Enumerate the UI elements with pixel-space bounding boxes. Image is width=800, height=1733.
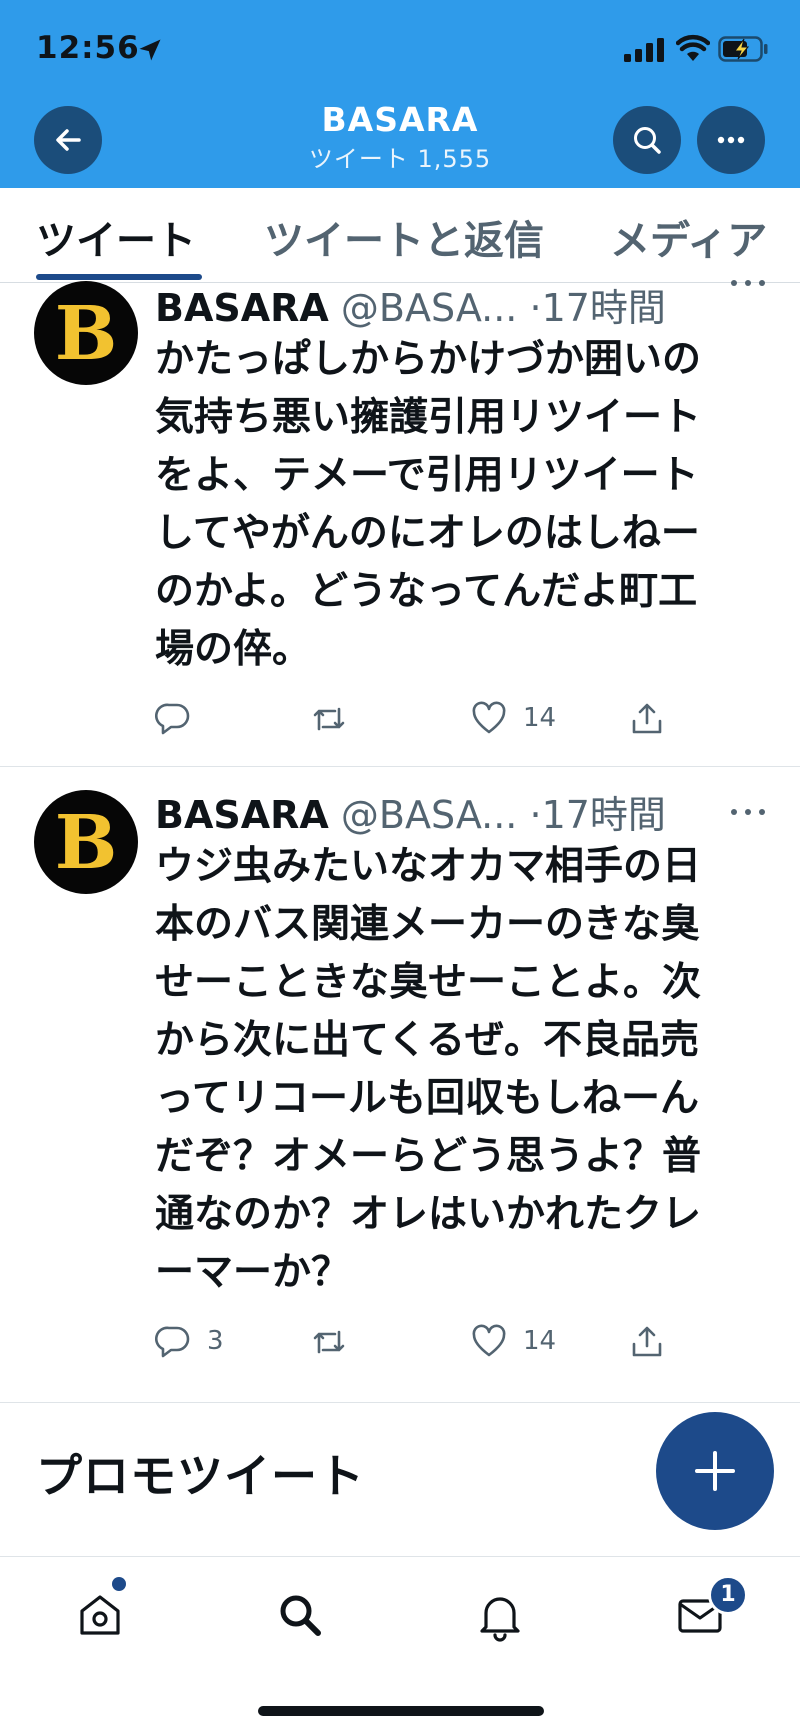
tweet-header: BASARA @BASA... ·17時間 — [155, 784, 715, 839]
share-icon — [632, 703, 662, 734]
profile-tabs: ツイート ツイートと返信 メディア — [0, 188, 800, 283]
nav-home[interactable] — [72, 1587, 128, 1643]
heart-icon — [472, 701, 506, 734]
more-horizontal-icon[interactable] — [728, 275, 768, 291]
home-icon — [80, 1595, 120, 1635]
reply-count: 3 — [207, 1326, 224, 1356]
cellular-signal-icon — [624, 38, 664, 62]
bell-icon — [480, 1597, 520, 1642]
tweet-text-line: から次に出てくるぜ。不良品売 — [155, 1018, 700, 1063]
author-handle: @BASA... — [340, 793, 518, 837]
avatar[interactable]: B — [34, 281, 138, 385]
retweet-icon — [313, 1330, 345, 1354]
home-notification-dot — [112, 1577, 126, 1591]
tweet[interactable]: B BASARA @BASA... ·17時間 かたっぱしからかけづか囲いの 気… — [0, 280, 800, 767]
tweet-text-line: 場の倅。 — [155, 627, 312, 672]
tweet-actions: 14 — [155, 697, 755, 741]
author-name: BASARA — [155, 286, 329, 330]
tweet-text-line: だぞ？オメーらどう思うよ？普 — [155, 1134, 702, 1179]
like-count: 14 — [523, 1326, 557, 1356]
svg-text:B: B — [55, 800, 118, 886]
more-options-button[interactable] — [697, 106, 765, 174]
compose-tweet-button[interactable] — [656, 1412, 774, 1530]
more-horizontal-icon[interactable] — [728, 804, 768, 820]
tweet-text: ウジ虫みたいなオカマ相手の日 本のバス関連メーカーのきな臭 せーこときな臭せーこ… — [155, 838, 750, 1302]
tab-media[interactable]: メディア — [610, 208, 767, 266]
tweet-header: BASARA @BASA... ·17時間 — [155, 277, 715, 332]
tweet-time: ·17時間 — [529, 286, 666, 330]
avatar[interactable]: B — [34, 790, 138, 894]
author-name: BASARA — [155, 793, 329, 837]
tweet-text-line: 気持ち悪い擁護引用リツイート — [155, 395, 702, 440]
share-icon — [632, 1326, 662, 1357]
battery-charging-icon — [718, 36, 768, 62]
nav-search[interactable] — [272, 1587, 328, 1643]
retweet-icon — [313, 707, 345, 731]
home-indicator — [258, 1706, 544, 1716]
tweet-actions: 3 14 — [155, 1320, 755, 1364]
tweet-text-line: せーこときな臭せーことよ。次 — [155, 960, 702, 1005]
tweet-text-line: をよ、テメーで引用リツイート — [155, 453, 699, 498]
search-icon — [280, 1595, 321, 1636]
location-arrow-icon — [139, 39, 161, 61]
tweet-text-line: 通なのか？オレはいかれたクレ — [155, 1192, 702, 1237]
status-time: 12:56 — [36, 30, 140, 66]
tweet[interactable]: B BASARA @BASA... ·17時間 ウジ虫みたいなオカマ相手の日 本… — [0, 766, 800, 1403]
author-handle: @BASA... — [340, 286, 518, 330]
more-horizontal-icon — [717, 136, 745, 144]
like-count: 14 — [523, 703, 557, 733]
tweet-text-line: かたっぱしからかけづか囲いの — [155, 337, 702, 382]
heart-icon — [472, 1324, 506, 1357]
tweet-time: ·17時間 — [529, 793, 666, 837]
wifi-icon — [676, 34, 710, 61]
tab-tweets-and-replies[interactable]: ツイートと返信 — [264, 208, 544, 266]
reply-icon — [155, 1326, 190, 1358]
svg-text:B: B — [55, 291, 118, 377]
reply-icon — [155, 703, 190, 735]
search-icon — [634, 127, 661, 154]
basara-logo-icon: B — [55, 800, 118, 886]
tweet-text-line: ウジ虫みたいなオカマ相手の日 — [155, 844, 702, 889]
tweet-text-line: ーマーか？ — [155, 1250, 351, 1295]
tweet-text-line: 本のバス関連メーカーのきな臭 — [155, 902, 700, 947]
tweet-text-line: ってリコールも回収もしねーん — [155, 1076, 700, 1121]
search-button[interactable] — [613, 106, 681, 174]
promoted-tweets-heading: プロモツイート — [36, 1449, 365, 1503]
nav-notifications[interactable] — [472, 1587, 528, 1643]
plus-icon — [695, 1451, 735, 1491]
messages-badge: 1 — [708, 1575, 748, 1615]
top-app-bar: 12:56 BASARA ツイート 1,555 — [0, 0, 800, 188]
basara-logo-icon: B — [55, 291, 118, 377]
tweet-text-line: してやがんのにオレのはしねー — [155, 511, 700, 556]
tweet-text-line: のかよ。どうなってんだよ町工 — [155, 569, 698, 614]
tweet-text: かたっぱしからかけづか囲いの 気持ち悪い擁護引用リツイート をよ、テメーで引用リ… — [155, 331, 750, 679]
tab-tweets[interactable]: ツイート — [36, 208, 196, 266]
